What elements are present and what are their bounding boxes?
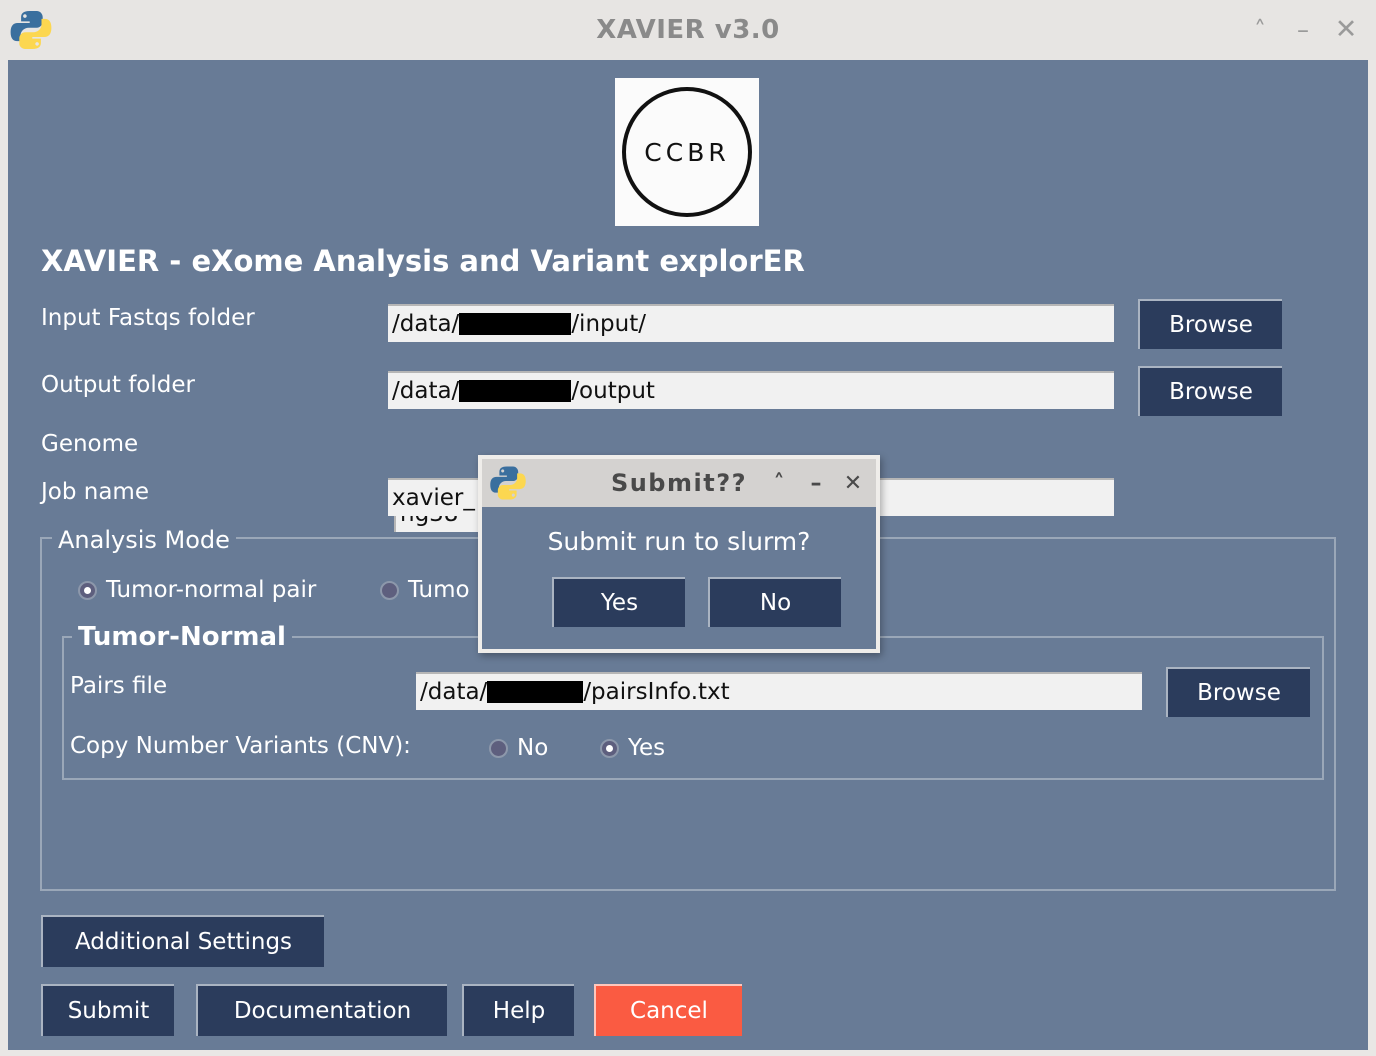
radio-label: Yes xyxy=(628,735,666,761)
input-fastqs-field[interactable]: /data/ /input/ xyxy=(388,304,1114,342)
window-titlebar: XAVIER v3.0 ˄ – ✕ xyxy=(0,0,1376,60)
redaction-bar xyxy=(487,681,584,703)
dialog-message: Submit run to slurm? xyxy=(547,527,811,556)
radio-label: Tumor-normal pair xyxy=(106,577,317,603)
radio-indicator xyxy=(489,738,508,758)
redaction-bar xyxy=(459,313,572,335)
minimize-icon[interactable]: – xyxy=(801,469,831,499)
output-folder-prefix: /data/ xyxy=(392,378,460,404)
dialog-yes-button[interactable]: Yes xyxy=(552,577,685,627)
submit-confirm-dialog: Submit?? ˄ – ✕ Submit run to slurm? Yes … xyxy=(478,455,880,653)
radio-cnv-no[interactable]: No xyxy=(489,735,548,761)
radio-indicator xyxy=(380,580,399,600)
chevron-up-icon[interactable]: ˄ xyxy=(1242,12,1278,48)
job-name-value: xavier_ xyxy=(392,485,475,511)
minimize-icon[interactable]: – xyxy=(1285,12,1321,48)
cnv-label: Copy Number Variants (CNV): xyxy=(70,733,411,759)
pairs-file-field[interactable]: /data/ /pairsInfo.txt xyxy=(416,672,1142,710)
radio-label: No xyxy=(517,735,549,761)
pairs-file-label: Pairs file xyxy=(70,673,168,699)
radio-cnv-yes[interactable]: Yes xyxy=(600,735,665,761)
cancel-button[interactable]: Cancel xyxy=(594,984,742,1036)
redaction-bar xyxy=(459,380,572,402)
radio-tumor-only[interactable]: Tumo xyxy=(380,577,470,603)
pairs-file-suffix: /pairsInfo.txt xyxy=(583,679,730,705)
additional-settings-button[interactable]: Additional Settings xyxy=(41,915,324,967)
documentation-button[interactable]: Documentation xyxy=(196,984,447,1036)
output-folder-suffix: /output xyxy=(571,378,655,404)
browse-input-fastqs-button[interactable]: Browse xyxy=(1138,299,1282,349)
input-fastqs-label: Input Fastqs folder xyxy=(41,305,255,331)
job-name-label: Job name xyxy=(41,479,149,505)
output-folder-field[interactable]: /data/ /output xyxy=(388,371,1114,409)
close-icon[interactable]: ✕ xyxy=(1328,12,1364,48)
input-fastqs-prefix: /data/ xyxy=(392,311,460,337)
ccbr-logo: CCBR xyxy=(615,78,759,226)
ccbr-logo-circle: CCBR xyxy=(622,87,752,217)
output-folder-label: Output folder xyxy=(41,372,195,398)
genome-label: Genome xyxy=(41,431,139,457)
page-title: XAVIER - eXome Analysis and Variant expl… xyxy=(41,244,805,278)
dialog-no-button[interactable]: No xyxy=(708,577,841,627)
window-title: XAVIER v3.0 xyxy=(596,15,780,45)
close-icon[interactable]: ✕ xyxy=(838,469,868,499)
tumor-normal-title: Tumor-Normal xyxy=(72,622,292,652)
help-button[interactable]: Help xyxy=(462,984,574,1036)
chevron-up-icon[interactable]: ˄ xyxy=(764,469,794,499)
radio-label: Tumo xyxy=(408,577,470,603)
radio-indicator xyxy=(78,580,97,600)
pairs-file-prefix: /data/ xyxy=(420,679,488,705)
submit-button[interactable]: Submit xyxy=(41,984,174,1036)
analysis-mode-title: Analysis Mode xyxy=(52,526,236,554)
dialog-body: Submit run to slurm? Yes No xyxy=(482,507,876,649)
dialog-titlebar: Submit?? ˄ – ✕ xyxy=(482,459,876,507)
radio-tumor-normal-pair[interactable]: Tumor-normal pair xyxy=(78,577,316,603)
browse-output-folder-button[interactable]: Browse xyxy=(1138,366,1282,416)
browse-pairs-file-button[interactable]: Browse xyxy=(1166,667,1310,717)
input-fastqs-suffix: /input/ xyxy=(571,311,646,337)
xavier-main-window: XAVIER v3.0 ˄ – ✕ CCBR XAVIER - eXome An… xyxy=(0,0,1376,1056)
ccbr-logo-text: CCBR xyxy=(644,137,730,167)
radio-indicator xyxy=(600,738,619,758)
